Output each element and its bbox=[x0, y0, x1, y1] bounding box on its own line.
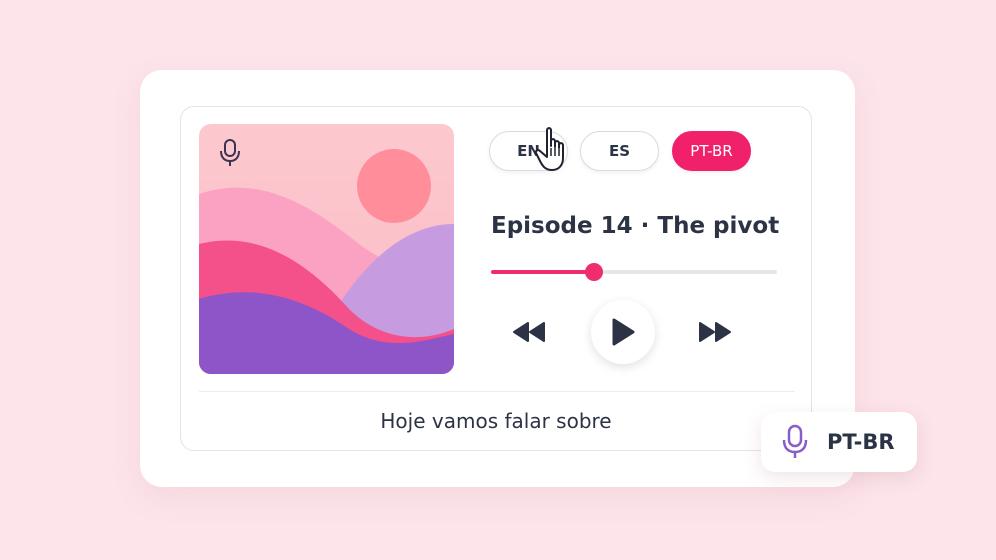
progress-thumb[interactable] bbox=[584, 263, 603, 281]
audio-player: EN ES PT-BR Episode 14 · The pivot Hoje … bbox=[180, 106, 812, 451]
progress-slider[interactable] bbox=[491, 263, 777, 281]
episode-artwork bbox=[199, 124, 454, 374]
play-icon bbox=[612, 318, 635, 346]
episode-title: Episode 14 · The pivot bbox=[491, 213, 780, 239]
microphone-icon bbox=[220, 139, 240, 166]
microphone-icon bbox=[782, 424, 808, 458]
active-language-badge: PT-BR bbox=[761, 412, 917, 472]
progress-fill bbox=[491, 270, 594, 274]
fast-forward-icon bbox=[699, 322, 731, 342]
rewind-button[interactable] bbox=[509, 317, 549, 347]
play-button[interactable] bbox=[591, 300, 655, 364]
language-button-pt-br[interactable]: PT-BR bbox=[672, 131, 751, 171]
hand-cursor-icon bbox=[534, 127, 564, 171]
badge-language-label: PT-BR bbox=[827, 430, 895, 454]
live-caption: Hoje vamos falar sobre bbox=[380, 409, 612, 433]
player-card: EN ES PT-BR Episode 14 · The pivot Hoje … bbox=[140, 70, 855, 487]
rewind-icon bbox=[513, 322, 545, 342]
language-button-es[interactable]: ES bbox=[580, 131, 659, 171]
divider bbox=[199, 391, 795, 392]
fast-forward-button[interactable] bbox=[695, 317, 735, 347]
